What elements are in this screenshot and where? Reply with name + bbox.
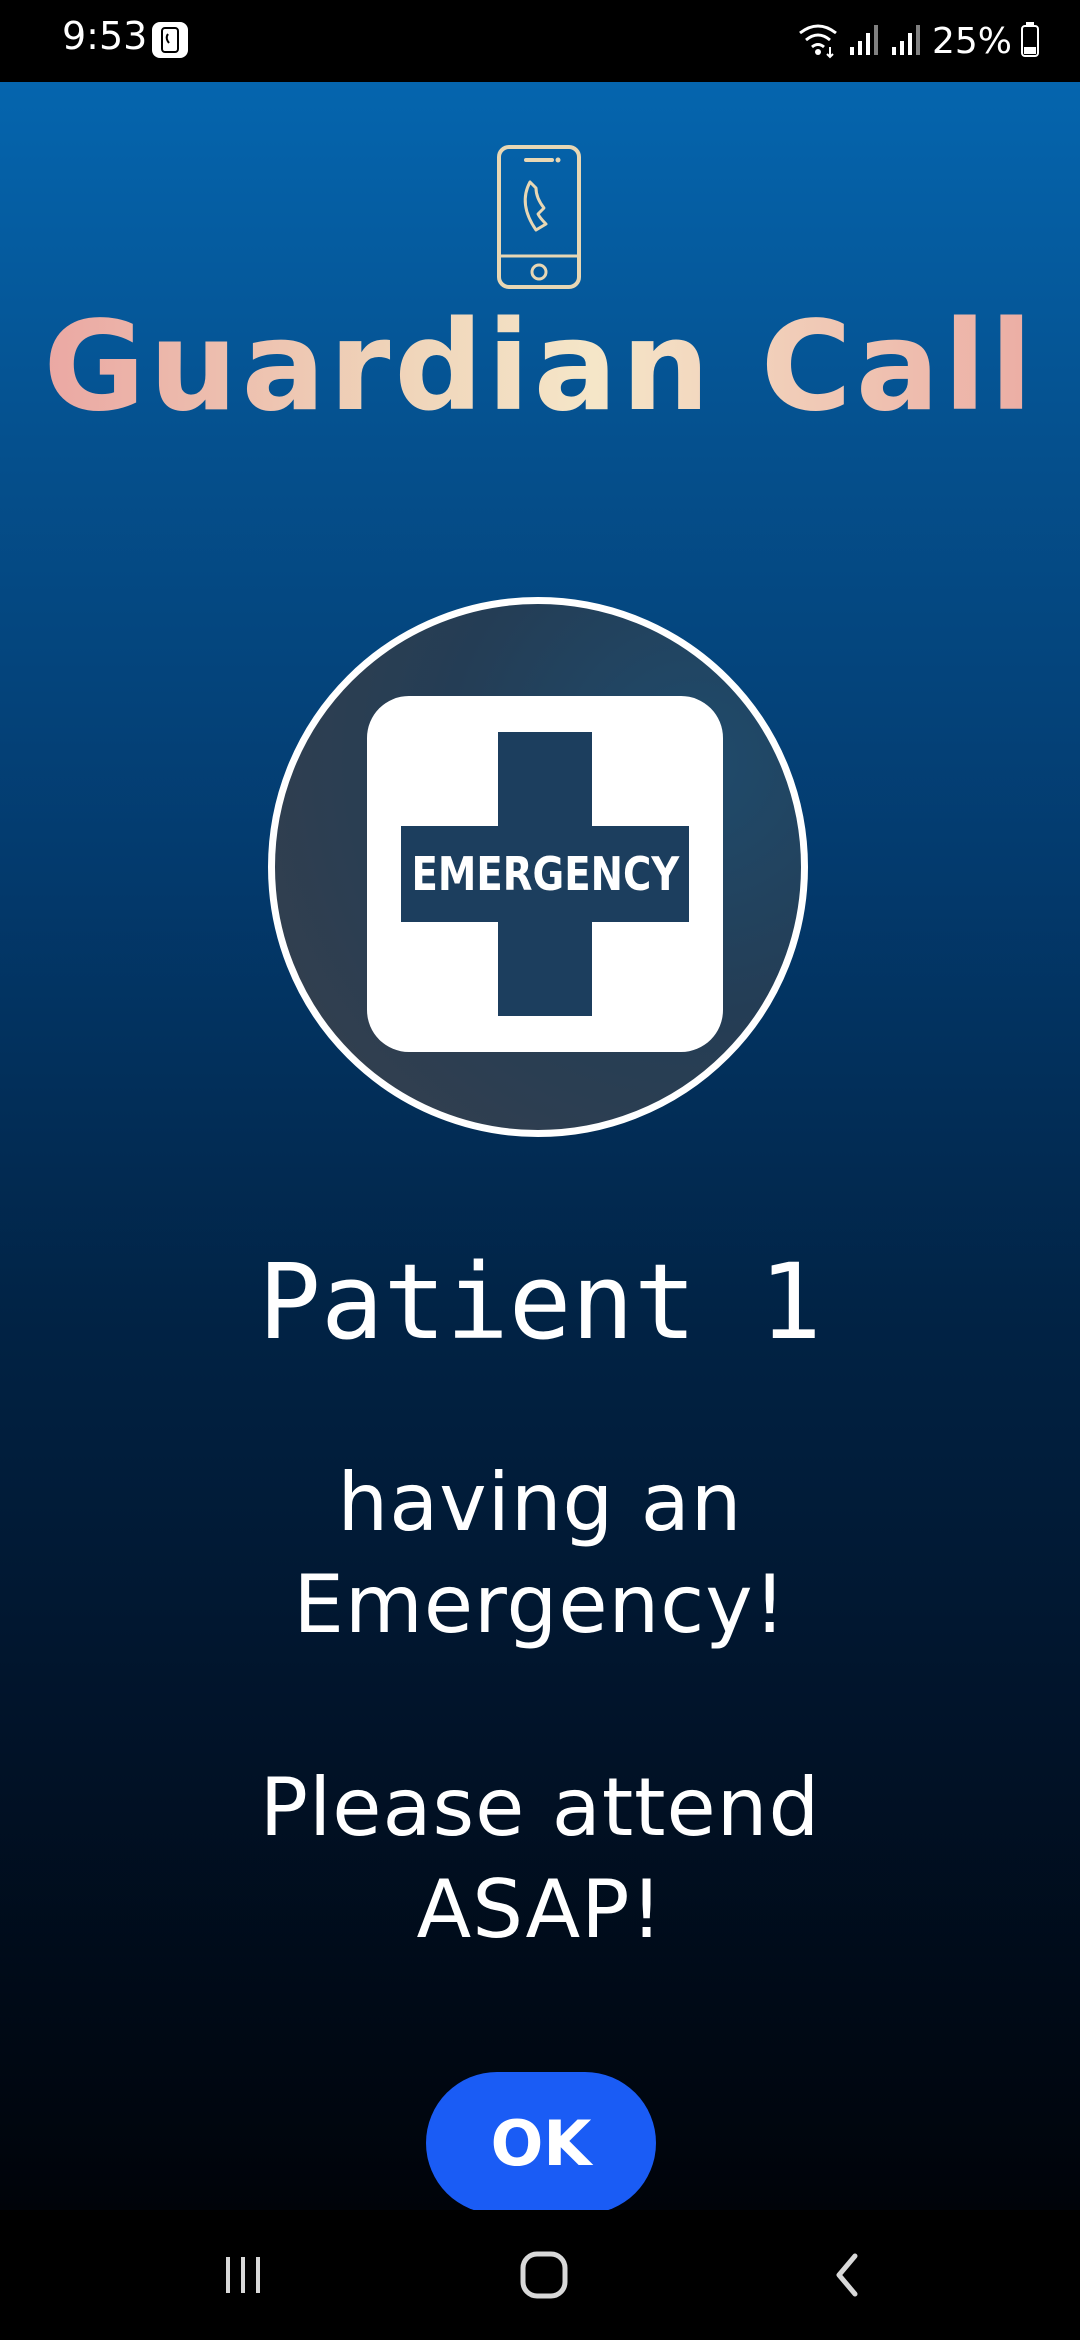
phone-call-icon xyxy=(497,145,581,289)
recents-button[interactable] xyxy=(193,2240,293,2310)
status-bar: 9:53 25% xyxy=(0,0,1080,82)
back-icon xyxy=(836,2253,858,2297)
signal-icon xyxy=(848,21,882,61)
app-title: Guardian Call xyxy=(0,292,1080,442)
recents-icon xyxy=(226,2257,260,2293)
app-notification-icon xyxy=(152,22,188,58)
home-icon xyxy=(520,2251,568,2299)
battery-icon xyxy=(1020,21,1040,61)
message-line: Emergency! xyxy=(293,1558,787,1651)
message-line: having an xyxy=(337,1456,743,1549)
navigation-bar xyxy=(0,2210,1080,2340)
instruction-line: Please attend xyxy=(259,1761,821,1854)
ok-button[interactable]: OK xyxy=(426,2072,656,2214)
status-time: 9:53 xyxy=(62,14,148,58)
emergency-message: having an Emergency! xyxy=(0,1452,1080,1656)
back-button[interactable] xyxy=(797,2240,897,2310)
emergency-alert-screen: Guardian Call EMERGENCY Patient 1 having… xyxy=(0,82,1080,2214)
status-indicators: 25% xyxy=(796,16,1040,66)
patient-name: Patient 1 xyxy=(258,1241,822,1363)
signal-icon xyxy=(890,21,924,61)
instruction-line: ASAP! xyxy=(416,1863,664,1956)
instruction-message: Please attend ASAP! xyxy=(0,1757,1080,1961)
emergency-icon: EMERGENCY xyxy=(367,696,723,1052)
home-button[interactable] xyxy=(494,2240,594,2310)
wifi-icon xyxy=(796,19,840,63)
emergency-badge-label: EMERGENCY xyxy=(411,847,679,901)
medical-cross-bar: EMERGENCY xyxy=(401,826,689,922)
emergency-badge: EMERGENCY xyxy=(268,597,808,1137)
battery-percentage: 25% xyxy=(931,20,1012,62)
